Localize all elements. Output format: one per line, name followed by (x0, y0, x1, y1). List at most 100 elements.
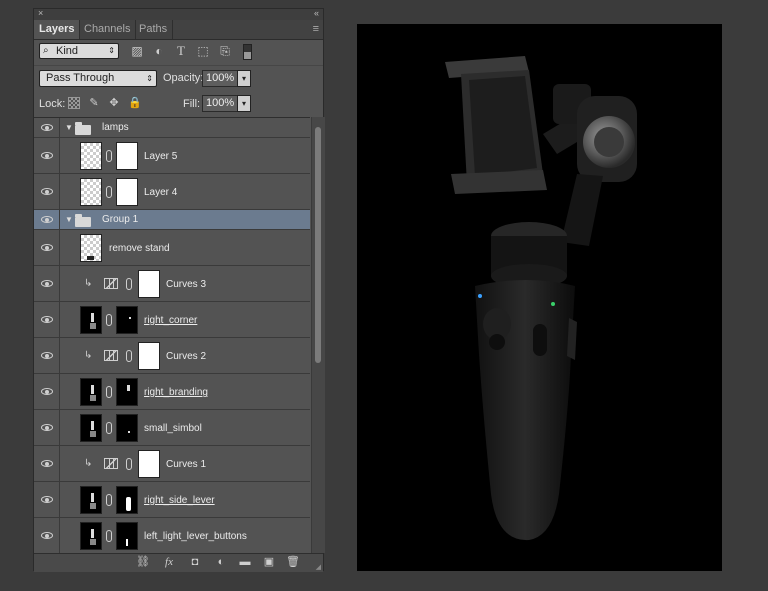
layer-row[interactable]: ▼ lamps (34, 118, 310, 138)
mask-thumbnail[interactable] (116, 306, 138, 334)
mask-thumbnail[interactable] (116, 414, 138, 442)
layer-row[interactable]: right_side_lever (34, 482, 310, 518)
fill-dropdown-button[interactable]: ▾ (237, 95, 251, 112)
mask-thumbnail[interactable] (138, 450, 160, 478)
lock-move-icon[interactable]: ✥ (108, 97, 120, 109)
layer-thumbnail (80, 522, 102, 550)
filter-toggle[interactable] (243, 44, 252, 60)
eye-icon[interactable] (41, 216, 53, 223)
eye-icon[interactable] (41, 188, 53, 195)
adjustment-layer-icon[interactable]: ◐ (214, 556, 228, 569)
link-icon[interactable] (106, 530, 112, 542)
add-mask-icon[interactable]: ◘ (188, 556, 202, 569)
blend-mode-select[interactable]: Pass Through ⇕ (39, 70, 157, 87)
layer-row[interactable]: ↳ Curves 1 (34, 446, 310, 482)
link-icon[interactable] (106, 150, 112, 162)
layer-row[interactable]: Layer 4 (34, 174, 310, 210)
link-icon[interactable] (106, 186, 112, 198)
blend-row: Pass Through ⇕ Opacity: 100% ▾ (34, 65, 323, 92)
adjustment-filter-icon[interactable]: ◐ (152, 44, 166, 58)
panel-title-bar: × « (34, 8, 323, 20)
link-icon[interactable] (126, 350, 132, 362)
mask-thumbnail[interactable] (138, 342, 160, 370)
link-layers-icon[interactable]: ⛓ (136, 556, 150, 569)
filter-kind-select[interactable]: ⌕ Kind ⇕ (39, 43, 119, 59)
layer-row-selected[interactable]: ▼ Group 1 (34, 210, 310, 230)
link-icon[interactable] (106, 314, 112, 326)
layer-row[interactable]: remove stand (34, 230, 310, 266)
scrollbar-thumb[interactable] (315, 127, 321, 363)
disclosure-triangle-icon[interactable]: ▼ (65, 215, 73, 224)
link-icon[interactable] (126, 458, 132, 470)
new-group-icon[interactable]: ▬ (238, 556, 252, 569)
layers-scrollbar[interactable] (311, 117, 325, 553)
eye-icon[interactable] (41, 316, 53, 323)
layer-row[interactable]: ↳ Curves 2 (34, 338, 310, 374)
new-layer-icon[interactable]: ▣ (262, 556, 276, 569)
layer-row[interactable]: right_branding (34, 374, 310, 410)
opacity-dropdown-button[interactable]: ▾ (237, 70, 251, 87)
folder-icon (75, 122, 91, 135)
disclosure-triangle-icon[interactable]: ▼ (65, 123, 73, 132)
close-panel-icon[interactable]: × (38, 8, 43, 18)
link-icon[interactable] (106, 422, 112, 434)
tab-layers[interactable]: Layers (34, 20, 81, 39)
layers-panel: × « Layers Channels Paths ≡ ⌕ Kind ⇕ ▨ ◐… (33, 8, 325, 572)
tab-paths[interactable]: Paths (134, 20, 174, 39)
link-icon[interactable] (106, 494, 112, 506)
document-canvas[interactable] (357, 24, 722, 571)
mask-thumbnail[interactable] (116, 486, 138, 514)
lock-all-icon[interactable]: 🔒 (128, 97, 142, 109)
mask-thumbnail[interactable] (116, 378, 138, 406)
resize-grip-icon[interactable]: ◢ (316, 563, 321, 571)
layer-name: small_simbol (144, 423, 202, 434)
tab-channels[interactable]: Channels (79, 20, 137, 39)
opacity-label: Opacity: (163, 72, 204, 84)
fill-input[interactable]: 100% (202, 95, 238, 112)
eye-icon[interactable] (41, 496, 53, 503)
layer-row[interactable]: Layer 5 (34, 138, 310, 174)
mask-thumbnail[interactable] (138, 270, 160, 298)
image-filter-icon[interactable]: ▨ (130, 44, 144, 58)
opacity-input[interactable]: 100% (202, 70, 238, 87)
clipping-arrow-icon: ↳ (84, 350, 93, 361)
layer-row[interactable]: right_corner (34, 302, 310, 338)
eye-icon[interactable] (41, 460, 53, 467)
mask-thumbnail[interactable] (116, 522, 138, 550)
layer-row[interactable]: small_simbol (34, 410, 310, 446)
layer-name: Curves 3 (166, 279, 207, 290)
eye-icon[interactable] (41, 124, 53, 131)
layer-row[interactable]: ↳ Curves 3 (34, 266, 310, 302)
eye-icon[interactable] (41, 152, 53, 159)
fx-icon[interactable]: fx (162, 556, 176, 569)
panel-menu-icon[interactable]: ≡ (313, 23, 319, 35)
eye-icon[interactable] (41, 424, 53, 431)
eye-icon[interactable] (41, 244, 53, 251)
mask-thumbnail[interactable] (116, 178, 138, 206)
layer-name: Group 1 (102, 214, 139, 225)
lock-transparent-icon[interactable] (68, 97, 80, 109)
eye-icon[interactable] (41, 280, 53, 287)
collapse-panel-icon[interactable]: « (314, 8, 319, 18)
eye-icon[interactable] (41, 352, 53, 359)
layer-name: Layer 5 (144, 151, 178, 162)
link-icon[interactable] (126, 278, 132, 290)
shape-filter-icon[interactable]: ⬚ (196, 44, 210, 58)
mask-thumbnail[interactable] (116, 142, 138, 170)
link-icon[interactable] (106, 386, 112, 398)
layer-thumbnail (80, 142, 102, 170)
eye-icon[interactable] (41, 388, 53, 395)
layer-name: Curves 2 (166, 351, 207, 362)
lock-brush-icon[interactable]: ✎ (88, 97, 100, 109)
clipping-arrow-icon: ↳ (84, 278, 93, 289)
eye-icon[interactable] (41, 532, 53, 539)
layer-thumbnail (80, 178, 102, 206)
layer-name: lamps (102, 122, 129, 133)
layer-thumbnail (80, 414, 102, 442)
layer-thumbnail (80, 234, 102, 262)
delete-layer-icon[interactable]: 🗑 (286, 556, 300, 569)
layer-name: right_branding (144, 387, 208, 398)
smart-object-filter-icon[interactable]: ⎘ (218, 44, 232, 58)
type-filter-icon[interactable]: T (174, 44, 188, 58)
layer-row[interactable]: left_light_lever_buttons (34, 518, 310, 554)
